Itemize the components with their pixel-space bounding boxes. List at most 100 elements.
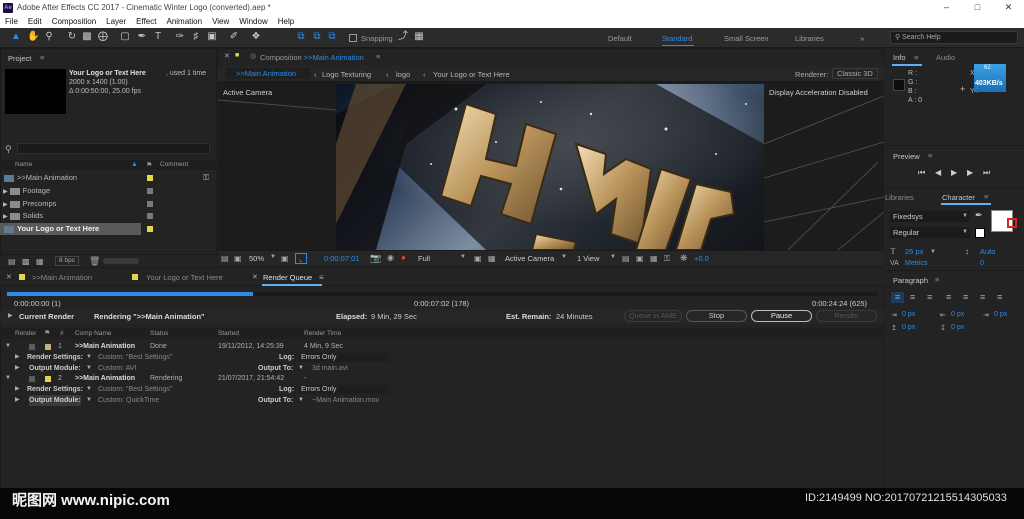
maximize-icon[interactable]: □: [962, 0, 993, 15]
reset-exposure-icon[interactable]: ❋: [680, 253, 688, 264]
current-time-display[interactable]: 0:00:07:01: [324, 254, 359, 263]
preview-title[interactable]: Preview: [893, 152, 920, 161]
show-snapshot-icon[interactable]: ◉: [387, 253, 394, 262]
local-axis-icon[interactable]: ⧉: [295, 31, 307, 43]
justify-last-center-icon[interactable]: ≡: [963, 292, 968, 302]
render-queue-item[interactable]: ▼ 2 >>Main Animation Rendering 21/07/201…: [0, 373, 884, 384]
workspace-overflow-icon[interactable]: »: [860, 34, 864, 43]
expand-arrow-icon[interactable]: ▶: [3, 189, 8, 195]
thumbnail-slider[interactable]: [103, 258, 139, 264]
fast-previews-icon[interactable]: ▣: [636, 254, 644, 263]
type-tool-icon[interactable]: T: [152, 31, 164, 43]
mask-visibility-icon[interactable]: ▣: [234, 254, 242, 263]
view-layout-dropdown[interactable]: 1 View: [577, 254, 599, 263]
menu-help[interactable]: Help: [278, 17, 294, 26]
close-tab-icon[interactable]: ✕: [6, 273, 12, 281]
render-settings-value[interactable]: Custom: "Best Settings": [98, 352, 172, 363]
region-of-interest-icon[interactable]: ▣: [474, 254, 482, 263]
expand-arrow-icon[interactable]: ▶: [3, 202, 8, 208]
project-menu-icon[interactable]: ≡: [40, 53, 44, 62]
next-frame-icon[interactable]: ▶: [967, 168, 973, 177]
hand-tool-icon[interactable]: ✋: [27, 31, 39, 43]
search-help-input[interactable]: ⚲ Search Help: [890, 31, 1018, 44]
menu-layer[interactable]: Layer: [106, 17, 126, 26]
rotate-tool-icon[interactable]: ↻: [66, 31, 78, 43]
preview-menu-icon[interactable]: ≡: [928, 151, 932, 160]
align-right-icon[interactable]: ≡: [927, 292, 932, 302]
render-settings-value[interactable]: Custom: "Best Settings": [98, 384, 172, 395]
clone-stamp-tool-icon[interactable]: ♯: [190, 31, 202, 43]
always-preview-icon[interactable]: ▤: [221, 254, 229, 263]
character-menu-icon[interactable]: ≡: [984, 192, 988, 201]
render-checkbox[interactable]: [29, 344, 35, 350]
composition-menu-icon[interactable]: ≡: [376, 52, 380, 61]
no-stroke-icon[interactable]: [1007, 218, 1017, 228]
paragraph-title[interactable]: Paragraph: [893, 276, 928, 285]
col-render-time[interactable]: Render Time: [304, 330, 341, 337]
project-item[interactable]: ▶ Solids: [0, 210, 217, 222]
chevron-down-icon[interactable]: ▼: [298, 395, 304, 406]
col-status[interactable]: Status: [150, 330, 168, 337]
close-icon[interactable]: ✕: [993, 0, 1024, 15]
flowchart-icon[interactable]: ⚿: [664, 254, 670, 264]
eyedropper-icon[interactable]: ✒: [975, 210, 983, 221]
first-line-indent-value[interactable]: 0 px: [994, 311, 1007, 318]
camera-view-dropdown[interactable]: Active Camera: [505, 254, 554, 263]
color-channels-icon[interactable]: ●: [401, 253, 406, 262]
workspace-libraries[interactable]: Libraries: [795, 34, 824, 43]
workspace-default[interactable]: Default: [608, 34, 632, 43]
queue-in-ame-button[interactable]: Queue in AME: [624, 310, 682, 322]
tab-main-animation[interactable]: >>Main Animation: [32, 273, 92, 282]
last-frame-icon[interactable]: ⏭: [983, 168, 990, 178]
col-started[interactable]: Started: [218, 330, 239, 337]
space-after-value[interactable]: 0 px: [951, 324, 964, 331]
expand-arrow-icon[interactable]: ▶: [15, 352, 20, 363]
menu-composition[interactable]: Composition: [52, 17, 96, 26]
tab-character[interactable]: Character: [942, 193, 975, 202]
expand-arrow-icon[interactable]: ▶: [3, 214, 8, 220]
label-column-icon[interactable]: ⚑: [44, 329, 50, 337]
sort-ascending-icon[interactable]: ▲: [131, 161, 138, 168]
composition-tab-title[interactable]: Composition >>Main Animation: [260, 53, 364, 62]
flowchart-icon[interactable]: ⚿: [203, 172, 209, 184]
collapse-arrow-icon[interactable]: ▼: [5, 341, 11, 352]
menu-window[interactable]: Window: [239, 17, 267, 26]
camera-tool-icon[interactable]: ▩: [81, 31, 93, 43]
zoom-dropdown[interactable]: 50%: [249, 254, 264, 263]
first-frame-icon[interactable]: ⏮: [918, 168, 925, 178]
timeline-icon[interactable]: ▦: [650, 254, 658, 263]
pen-tool-icon[interactable]: ✒: [136, 31, 148, 43]
snapping-checkbox[interactable]: [349, 34, 357, 42]
previous-frame-icon[interactable]: ◀: [935, 168, 941, 177]
resolution-dropdown[interactable]: Full: [418, 254, 430, 263]
tab-audio[interactable]: Audio: [936, 53, 955, 62]
kerning-value[interactable]: Metrics: [905, 260, 928, 267]
workspace-small-screen[interactable]: Small Screen: [724, 34, 769, 43]
menu-edit[interactable]: Edit: [28, 17, 42, 26]
expand-arrow-icon[interactable]: ▶: [8, 312, 13, 319]
breadcrumb-logo-texturing[interactable]: Logo Texturing: [322, 70, 371, 79]
rectangle-tool-icon[interactable]: ▢: [119, 31, 131, 43]
tab-libraries[interactable]: Libraries: [885, 193, 914, 202]
pan-behind-tool-icon[interactable]: ⨁: [97, 31, 109, 43]
transparency-grid-icon[interactable]: ⌞: [295, 253, 307, 264]
tracking-value[interactable]: 0: [980, 260, 984, 267]
tab-info[interactable]: Info: [893, 53, 906, 62]
feature-snap-icon[interactable]: ▦: [413, 31, 425, 43]
pixel-aspect-icon[interactable]: ▤: [622, 254, 630, 263]
new-folder-icon[interactable]: ▩: [22, 257, 30, 266]
menu-animation[interactable]: Animation: [166, 17, 202, 26]
render-queue-item[interactable]: ▼ 1 >>Main Animation Done 19/11/2012, 14…: [0, 341, 884, 352]
renderer-dropdown[interactable]: Classic 3D: [832, 68, 878, 79]
menu-view[interactable]: View: [212, 17, 229, 26]
align-center-icon[interactable]: ≡: [910, 292, 915, 302]
render-checkbox[interactable]: [29, 376, 35, 382]
tab-your-logo[interactable]: Your Logo or Text Here: [146, 273, 223, 282]
puppet-pin-tool-icon[interactable]: ❖: [250, 31, 262, 43]
interpret-footage-icon[interactable]: ▤: [8, 257, 16, 266]
safe-margins-icon[interactable]: ▣: [281, 254, 289, 263]
world-axis-icon[interactable]: ⧉: [311, 31, 323, 43]
leading-value[interactable]: Auto: [980, 247, 995, 256]
stop-button[interactable]: Stop: [686, 310, 747, 322]
col-comment[interactable]: Comment: [160, 161, 188, 168]
